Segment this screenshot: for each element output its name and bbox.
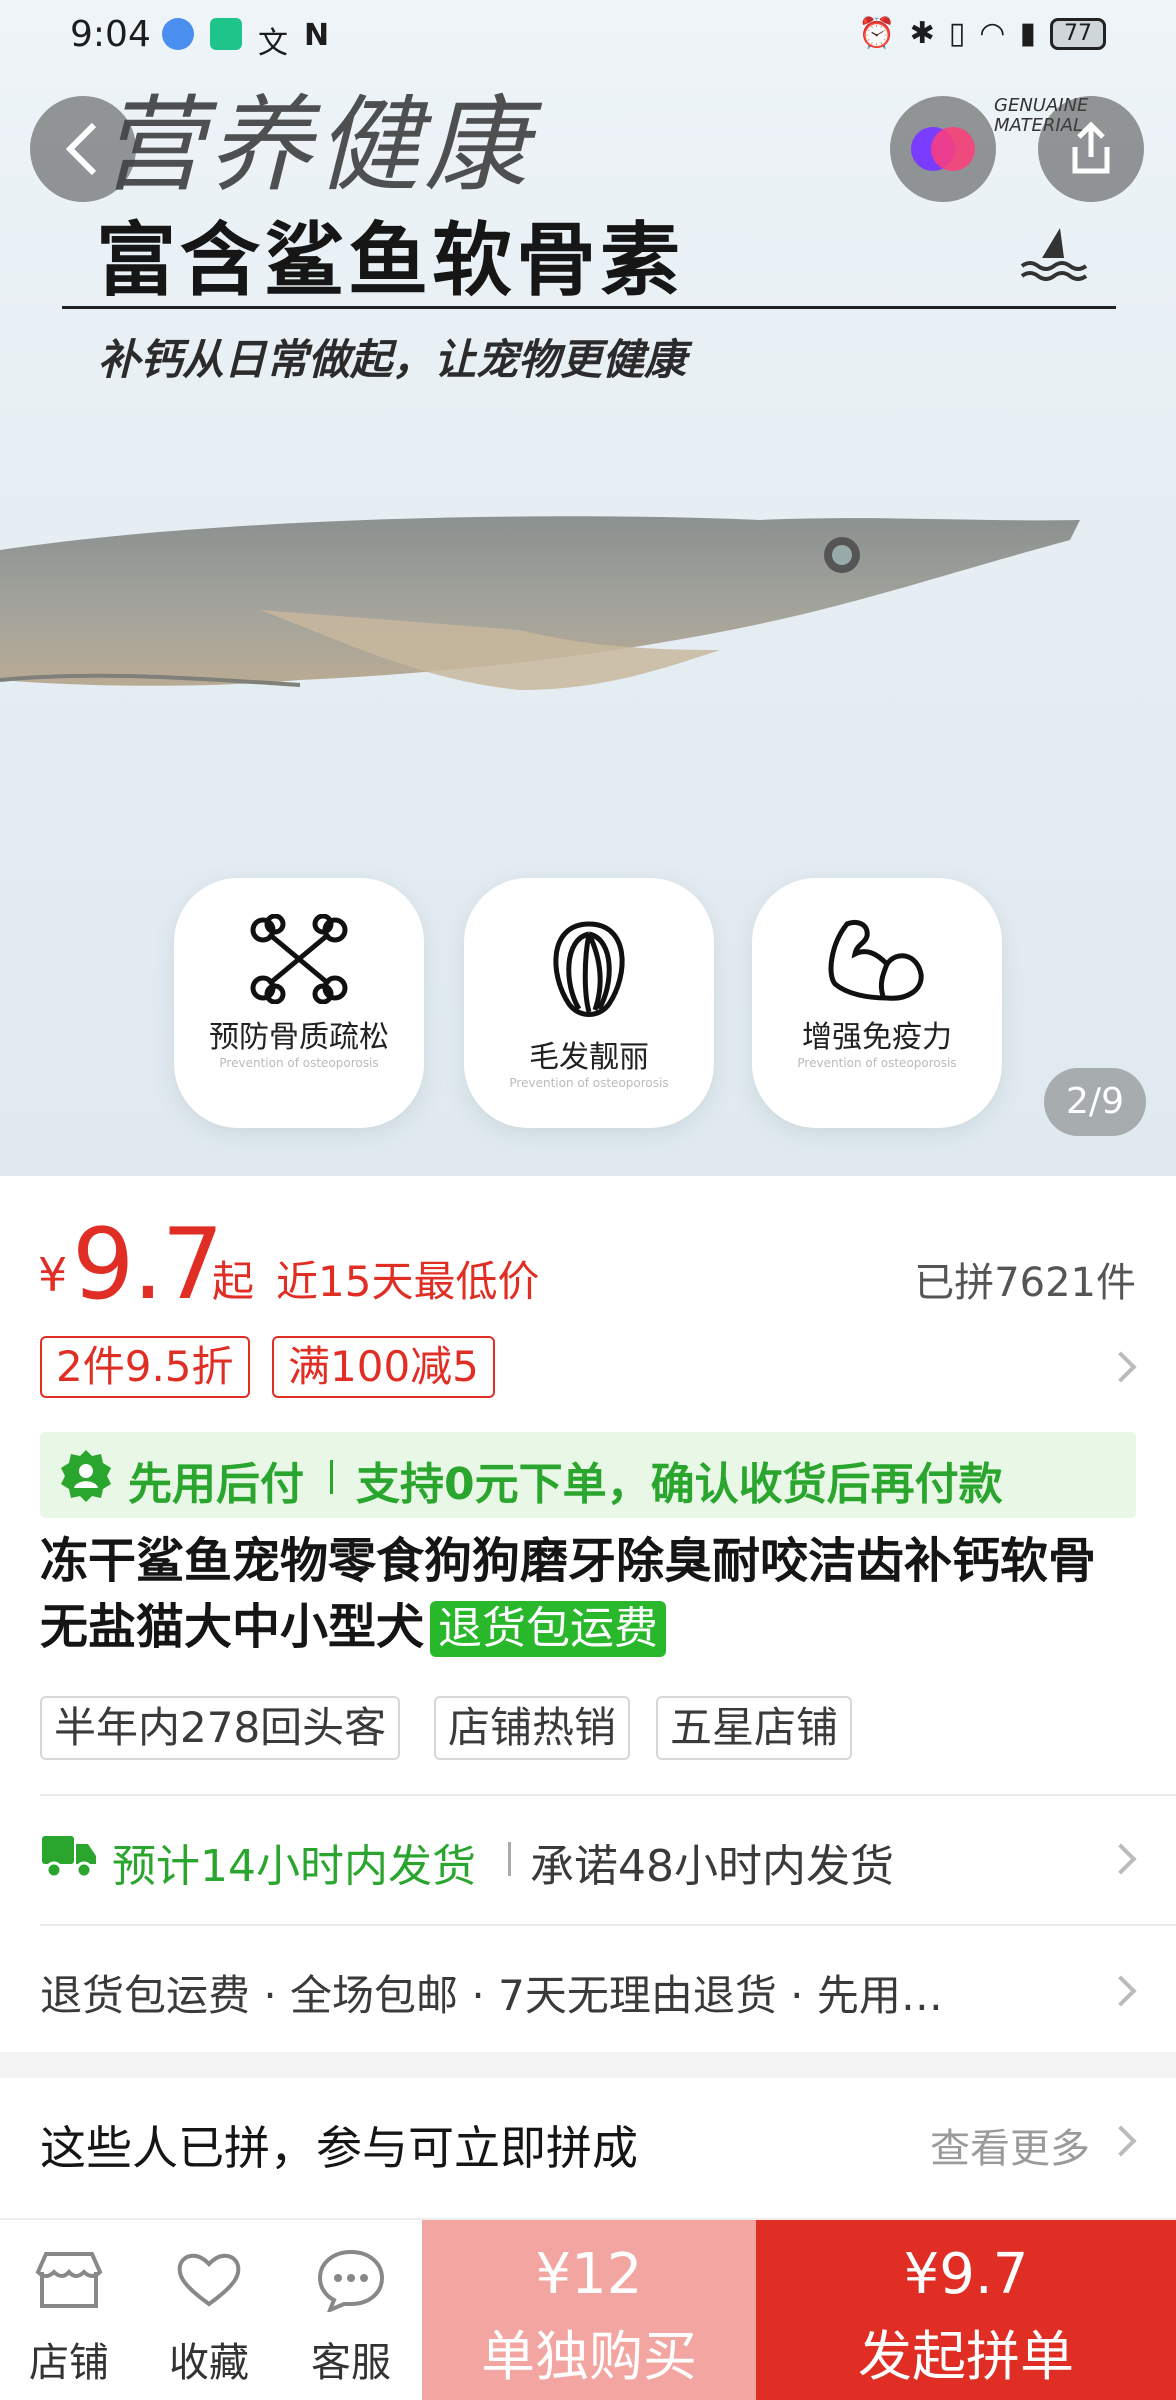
- customer-service-button[interactable]: 客服: [296, 2248, 406, 2386]
- divider: [40, 1924, 1176, 1926]
- share-icon: [1072, 121, 1110, 174]
- pay-later-banner[interactable]: 先用后付 支持0元下单，确认收货后再付款: [40, 1432, 1136, 1518]
- price-value: 9.7: [72, 1208, 224, 1322]
- shipping-promise: 承诺48小时内发货: [530, 1841, 894, 1892]
- coupon-full-reduction[interactable]: 满100减5: [272, 1336, 495, 1398]
- view-more-link[interactable]: 查看更多: [930, 2116, 1090, 2174]
- alarm-icon: ⏰: [858, 16, 896, 51]
- app-icon: [210, 18, 242, 50]
- buy-alone-label: 单独购买: [481, 2325, 697, 2388]
- pay-later-separator: [330, 1460, 333, 1494]
- store-tag-hot-sale: 店铺热销: [434, 1696, 631, 1760]
- nfc-icon: N: [304, 18, 330, 53]
- favorite-label: 收藏: [169, 2340, 249, 2386]
- feature-tile-bone: 预防骨质疏松 Prevention of osteoporosis: [174, 878, 424, 1128]
- back-button[interactable]: [30, 96, 136, 202]
- feature-sublabel: Prevention of osteoporosis: [509, 1076, 669, 1090]
- group-buy-title: 这些人已拼，参与可立即拼成: [40, 2121, 638, 2175]
- chevron-right-icon[interactable]: [1105, 1975, 1137, 2007]
- heart-icon: [177, 2253, 241, 2307]
- hair-icon: [553, 921, 625, 1017]
- price-suffix: 起: [212, 1257, 255, 1306]
- feature-sublabel: Prevention of osteoporosis: [219, 1056, 379, 1070]
- feature-tile-hair: 毛发靓丽 Prevention of osteoporosis: [464, 878, 714, 1128]
- hero-tagline: 补钙从日常做起，让宠物更健康: [98, 335, 687, 384]
- buy-alone-button[interactable]: ¥12 单独购买: [422, 2220, 756, 2400]
- shark-product-image: [0, 516, 1080, 690]
- favorite-button[interactable]: 收藏: [154, 2248, 264, 2386]
- store-tag-repeat-customers: 半年内278回头客: [40, 1696, 401, 1760]
- status-time: 9:04: [70, 14, 151, 55]
- hero-subtitle: 富含鲨鱼软骨素: [96, 214, 684, 307]
- chevron-right-icon[interactable]: [1105, 1351, 1137, 1383]
- battery-icon: 77: [1050, 17, 1106, 50]
- shipping-estimate: 预计14小时内发货: [112, 1841, 476, 1892]
- customer-service-label: 客服: [311, 2340, 391, 2386]
- product-title: 冻干鲨鱼宠物零食狗狗磨牙除臭耐咬洁齿补钙软骨无盐猫大中小型犬 退货包运费: [40, 1528, 1140, 1660]
- muscle-icon: [828, 920, 924, 1001]
- feature-label: 预防骨质疏松: [209, 1020, 389, 1055]
- chat-icon: [317, 2249, 385, 2314]
- chevron-left-icon: [65, 122, 97, 176]
- share-button[interactable]: [1038, 96, 1144, 202]
- feature-sublabel: Prevention of osteoporosis: [797, 1056, 957, 1070]
- pay-later-desc: 支持0元下单，确认收货后再付款: [356, 1459, 1003, 1510]
- feature-label: 毛发靓丽: [529, 1040, 649, 1075]
- service-guarantees[interactable]: 退货包运费 · 全场包邮 · 7天无理由退货 · 先用…: [40, 1962, 1080, 2023]
- group-buy-price: ¥9.7: [903, 2242, 1029, 2307]
- group-buy-button[interactable]: ¥9.7 发起拼单: [756, 2220, 1176, 2400]
- system-icons: ⏰ ✱ ▯ ◠ ▮ 77: [858, 16, 1106, 51]
- brand-logo-icon: [911, 127, 975, 171]
- wifi-icon: ◠: [979, 16, 1006, 51]
- store-label: 店铺: [29, 2340, 109, 2386]
- feature-label: 增强免疫力: [802, 1020, 952, 1055]
- product-image-carousel[interactable]: 9:04 文 N ⏰ ✱ ▯ ◠ ▮ 77 营养健康 富含鲨鱼软骨素 补钙从日常…: [0, 0, 1176, 1176]
- browser-icon: [162, 18, 194, 50]
- currency-symbol: ¥: [38, 1248, 68, 1302]
- bluetooth-icon: ✱: [909, 16, 935, 51]
- app-switch-button[interactable]: [890, 96, 996, 202]
- free-return-badge: 退货包运费: [430, 1601, 667, 1657]
- hero-title: 营养健康: [100, 84, 533, 206]
- coupon-discount[interactable]: 2件9.5折: [40, 1336, 250, 1398]
- store-tag-five-star: 五星店铺: [656, 1696, 853, 1760]
- chevron-right-icon[interactable]: [1105, 2125, 1137, 2157]
- pay-later-badge-icon: [61, 1450, 111, 1502]
- vibrate-icon: ▯: [948, 16, 966, 51]
- section-spacer: [0, 2052, 1176, 2078]
- store-button[interactable]: 店铺: [14, 2248, 124, 2386]
- notification-icons: 文 N: [162, 18, 329, 62]
- shark-fin-icon: [1020, 228, 1088, 281]
- translate-icon: 文: [258, 26, 288, 61]
- store-icon: [35, 2252, 103, 2308]
- carousel-pager: 2/9: [1044, 1068, 1146, 1136]
- sold-count: 已拼7621件: [914, 1260, 1136, 1306]
- bone-icon: [250, 914, 348, 1004]
- signal-icon: ▮: [1019, 16, 1036, 51]
- chevron-right-icon: [1105, 1843, 1137, 1875]
- shipping-separator: [508, 1842, 511, 1876]
- group-buy-label: 发起拼单: [858, 2325, 1074, 2388]
- pay-later-title: 先用后付: [128, 1459, 304, 1510]
- buy-alone-price: ¥12: [535, 2242, 643, 2307]
- hero-divider: [62, 306, 1116, 309]
- feature-tile-muscle: 增强免疫力 Prevention of osteoporosis: [752, 878, 1002, 1128]
- lowest-price-note: 近15天最低价: [276, 1257, 540, 1306]
- truck-icon: [42, 1836, 96, 1879]
